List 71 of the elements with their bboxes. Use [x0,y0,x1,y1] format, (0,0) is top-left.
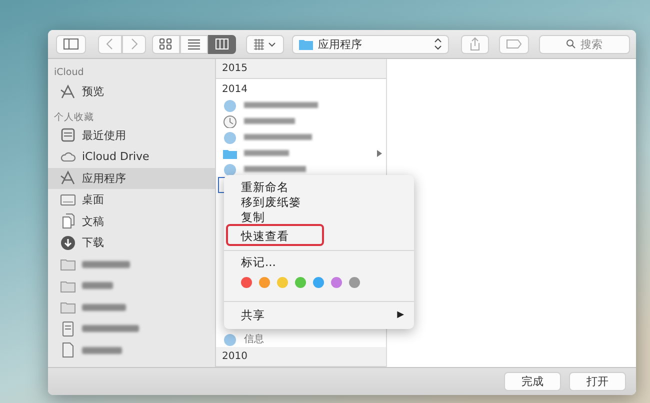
back-button[interactable] [98,34,122,54]
sidebar-item[interactable]: 桌面 [48,189,215,210]
folder-icon [299,38,313,50]
blurred-label [244,118,295,124]
arrange-button[interactable] [246,34,284,54]
share-icon [468,37,481,51]
app-icon [222,130,238,144]
app-icon [222,332,238,346]
sidebar-item[interactable]: 应用程序 [48,168,215,189]
blurred-label [82,282,113,290]
sidebar-item[interactable]: iCloud Drive [48,146,215,168]
sidebar-item[interactable]: 文稿 [48,210,215,232]
blurred-label [244,150,289,156]
submenu-arrow-icon: ▶ [397,306,404,324]
sidebar-item[interactable]: 最近使用 [48,124,215,146]
clock-icon [222,114,238,128]
desktop-icon [60,192,76,208]
app-icon [222,98,238,112]
search-icon [566,39,576,49]
tag-color-dot[interactable] [259,277,270,288]
search-field[interactable]: 搜索 [538,34,630,54]
chevron-left-icon [105,38,115,50]
tag-color-dot[interactable] [295,277,306,288]
app-store-icon [60,170,76,186]
menu-item[interactable]: 标记... [224,255,414,270]
tag-color-dot[interactable] [241,277,252,288]
sidebar-icon [63,38,79,50]
disclosure-arrow-icon [377,150,382,156]
tag-icon [506,39,522,49]
menu-item[interactable]: 重新命名 [224,180,414,195]
tag-color-dot[interactable] [277,277,288,288]
forward-button[interactable] [122,34,146,54]
view-mode-button[interactable] [208,34,236,54]
app-store-icon [60,84,76,100]
app-icon [222,162,238,176]
stepper-icon [434,38,442,50]
arrange-icon [253,38,277,50]
share-button[interactable] [460,34,489,54]
menu-item[interactable]: 移到废纸篓 [224,195,414,210]
blurred-label [82,346,122,354]
tag-color-dot[interactable] [331,277,342,288]
file-icon [60,342,76,358]
file-item[interactable]: 信息 [216,331,386,347]
blurred-label [244,166,306,172]
columns-icon [215,38,229,50]
blurred-label [82,325,139,332]
sidebar-toggle-button[interactable] [56,34,86,54]
footer-button[interactable]: 打开 [569,372,626,391]
path-popup[interactable]: 应用程序 [292,34,449,54]
sidebar-item[interactable]: 下载 [48,232,215,254]
grid-icon [159,38,173,50]
chevron-right-icon [129,38,139,50]
group-label: 2014 [221,83,248,97]
documents-icon [60,213,76,230]
blurred-label [82,304,126,311]
footer-button[interactable]: 完成 [504,372,561,391]
sidebar-section-title: iCloud [53,67,84,80]
sidebar-item[interactable]: 预览 [48,81,215,102]
blurred-label [244,134,312,140]
tag-color-dot[interactable] [313,277,324,288]
download-icon [60,234,76,251]
drive-icon [60,320,76,337]
menu-item[interactable]: 复制 [224,210,414,225]
tray-icon [60,127,76,144]
tag-button[interactable] [498,34,529,54]
menu-item[interactable]: 快速查看 [224,226,414,246]
sidebar-section-title: 个人收藏 [53,110,94,124]
list-icon [187,38,201,50]
blurred-label [82,260,130,268]
tag-color-dot[interactable] [349,277,360,288]
menu-item[interactable]: 共享 ▶ [224,306,414,324]
